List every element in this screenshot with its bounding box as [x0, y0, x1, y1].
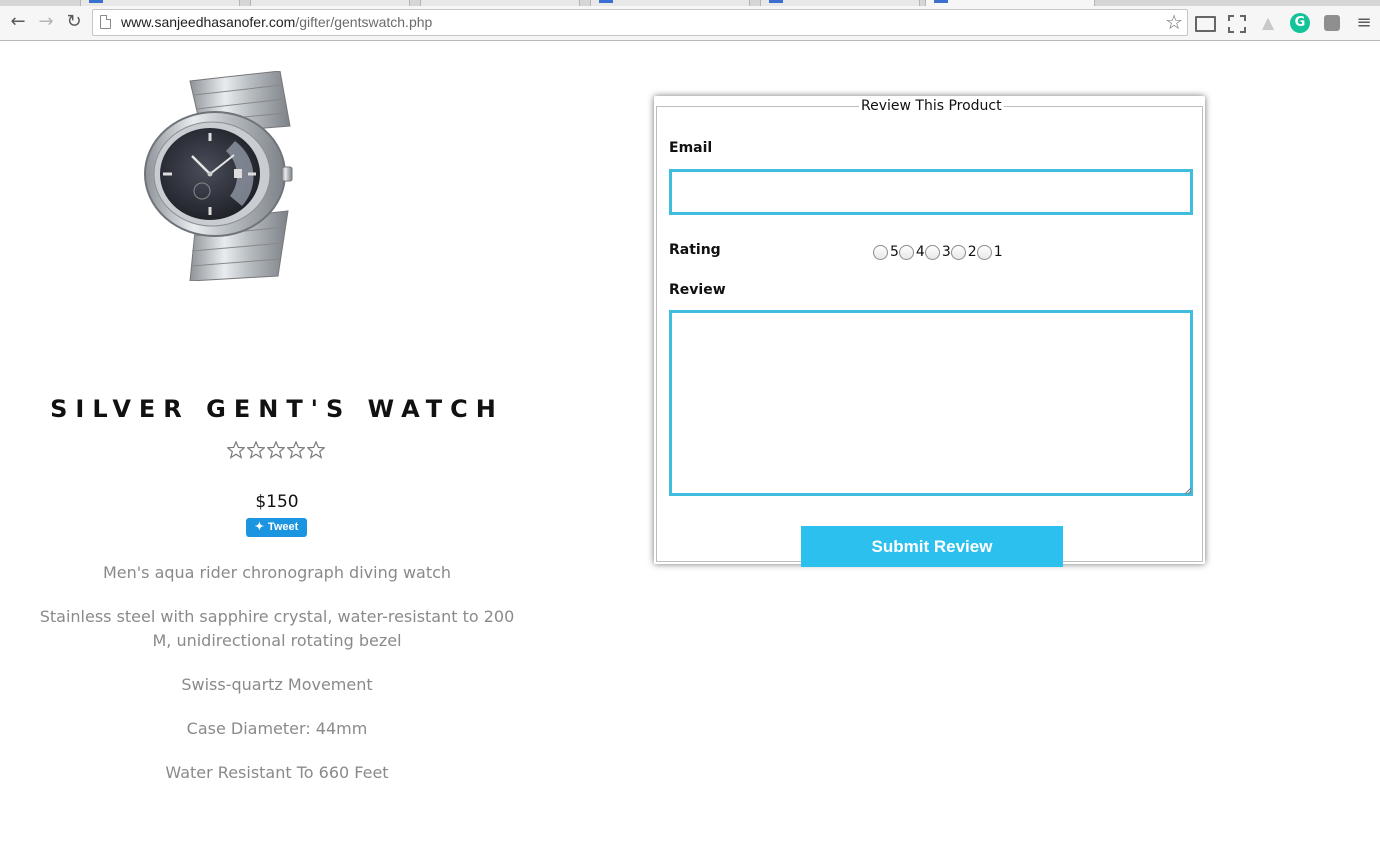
browser-toolbar: ← → ↻ www.sanjeedhasanofer.com/gifter/ge…	[0, 6, 1380, 41]
product-title: SILVER GENT'S WATCH	[50, 395, 504, 423]
tweet-button[interactable]: ✦ Tweet	[246, 518, 307, 537]
rating-option-label: 4	[915, 244, 925, 260]
rating-label: Rating	[669, 242, 721, 258]
url-text: www.sanjeedhasanofer.com/gifter/gentswat…	[121, 14, 432, 30]
tweet-label: Tweet	[267, 521, 299, 533]
watch-image	[144, 71, 293, 281]
url-host: www.sanjeedhasanofer.com	[121, 14, 296, 30]
rating-option-1[interactable]: 1	[976, 244, 1003, 260]
rating-option-label: 5	[890, 244, 899, 260]
menu-icon[interactable]: ≡	[1354, 13, 1374, 33]
reload-icon[interactable]: ↻	[62, 10, 86, 34]
submit-review-button[interactable]: Submit Review	[801, 526, 1063, 567]
empty-star-icon[interactable]	[287, 441, 305, 459]
star-rating[interactable]	[227, 441, 327, 463]
tab-favicon	[89, 0, 103, 3]
address-bar[interactable]: www.sanjeedhasanofer.com/gifter/gentswat…	[92, 9, 1188, 36]
radio-button[interactable]	[873, 244, 888, 260]
review-fieldset: Review This Product Email Rating 5 4 3 2…	[656, 98, 1203, 567]
review-panel: Review This Product Email Rating 5 4 3 2…	[654, 96, 1205, 567]
product-price: $150	[255, 492, 299, 512]
back-arrow-icon[interactable]: ←	[6, 10, 30, 34]
twitter-bird-icon: ✦	[254, 521, 264, 533]
radio-button[interactable]	[950, 244, 966, 260]
url-path: /gifter/gentswatch.php	[295, 14, 433, 30]
tab-favicon	[934, 0, 948, 3]
feature-item: Men's aqua rider chronograph diving watc…	[102, 563, 452, 582]
email-field[interactable]	[669, 169, 1193, 215]
screenshot-icon[interactable]	[1226, 13, 1246, 33]
page-icon	[100, 15, 111, 29]
rating-option-label: 1	[993, 244, 1003, 260]
resize-grip-icon[interactable]	[1184, 487, 1192, 495]
feature-item: Water Resistant To 660 Feet	[165, 763, 389, 782]
rating-option-4[interactable]: 4	[898, 244, 925, 260]
radio-button[interactable]	[924, 244, 940, 260]
empty-star-icon[interactable]	[227, 441, 245, 459]
tab-favicon	[769, 0, 783, 3]
review-legend: Review This Product	[861, 98, 1002, 114]
rating-option-3[interactable]: 3	[924, 244, 951, 260]
tab-favicon	[599, 0, 613, 3]
forward-arrow-icon[interactable]: →	[34, 10, 58, 34]
empty-star-icon[interactable]	[267, 441, 285, 459]
feature-list: Men's aqua rider chronograph diving watc…	[30, 561, 524, 805]
review-textarea[interactable]	[669, 310, 1193, 496]
radio-button[interactable]	[976, 244, 992, 260]
rating-option-2[interactable]: 2	[950, 244, 977, 260]
feature-item: Case Diameter: 44mm	[186, 719, 368, 738]
page-content: SILVER GENT'S WATCH $150 ✦ Tweet Men's aq…	[0, 41, 1380, 846]
cast-icon[interactable]	[1194, 13, 1216, 33]
feature-item: Swiss-quartz Movement	[181, 675, 373, 694]
radio-button[interactable]	[898, 244, 914, 260]
grammarly-icon[interactable]: G	[1290, 13, 1310, 33]
rating-option-label: 2	[967, 244, 977, 260]
email-label: Email	[669, 140, 713, 156]
rating-option-label: 3	[941, 244, 951, 260]
rating-radio-group: 5 4 3 2 1	[873, 242, 1003, 262]
empty-star-icon[interactable]	[247, 441, 265, 459]
extension-icon[interactable]	[1322, 13, 1342, 33]
review-label: Review	[669, 282, 726, 298]
feature-item: Stainless steel with sapphire crystal, w…	[39, 607, 515, 650]
drive-icon[interactable]: ▲	[1258, 13, 1278, 33]
bookmark-star-icon[interactable]: ☆	[1165, 11, 1183, 33]
rating-option-5[interactable]: 5	[873, 244, 899, 260]
empty-star-icon[interactable]	[307, 441, 325, 459]
